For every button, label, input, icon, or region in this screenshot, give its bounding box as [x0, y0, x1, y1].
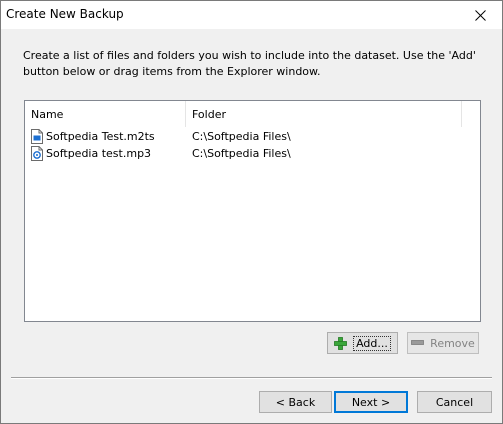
plus-icon [334, 336, 347, 350]
add-button-label: Add... [353, 335, 391, 351]
cancel-button[interactable]: Cancel [417, 391, 492, 413]
file-folder: C:\Softpedia Files\ [192, 147, 291, 160]
instructions-text: Create a list of files and folders you w… [23, 49, 476, 78]
create-new-backup-dialog: Create New Backup Create a list of files… [0, 0, 503, 424]
next-button[interactable]: Next > [334, 391, 408, 413]
file-name: Softpedia Test.m2ts [46, 130, 155, 143]
list-header: Name Folder [25, 101, 480, 127]
list-item[interactable]: Softpedia Test.m2ts C:\Softpedia Files\ [25, 128, 480, 145]
audio-file-icon [31, 146, 43, 161]
back-button[interactable]: < Back [259, 391, 332, 413]
minus-icon [411, 340, 425, 346]
video-file-icon [31, 129, 43, 144]
list-item[interactable]: Softpedia test.mp3 C:\Softpedia Files\ [25, 145, 480, 162]
column-header-name[interactable]: Name [25, 101, 186, 127]
file-name: Softpedia test.mp3 [46, 147, 152, 160]
separator [11, 377, 492, 379]
remove-button-label: Remove [430, 336, 475, 350]
close-icon [474, 9, 486, 21]
column-header-folder[interactable]: Folder [186, 101, 462, 127]
remove-button[interactable]: Remove [407, 332, 479, 354]
window-title: Create New Backup [6, 7, 124, 21]
close-button[interactable] [458, 1, 502, 29]
add-button[interactable]: Add... [327, 332, 398, 354]
file-list[interactable]: Name Folder Softpedia Test.m2ts C:\Softp… [24, 100, 481, 322]
title-bar: Create New Backup [1, 1, 502, 29]
file-folder: C:\Softpedia Files\ [192, 130, 291, 143]
